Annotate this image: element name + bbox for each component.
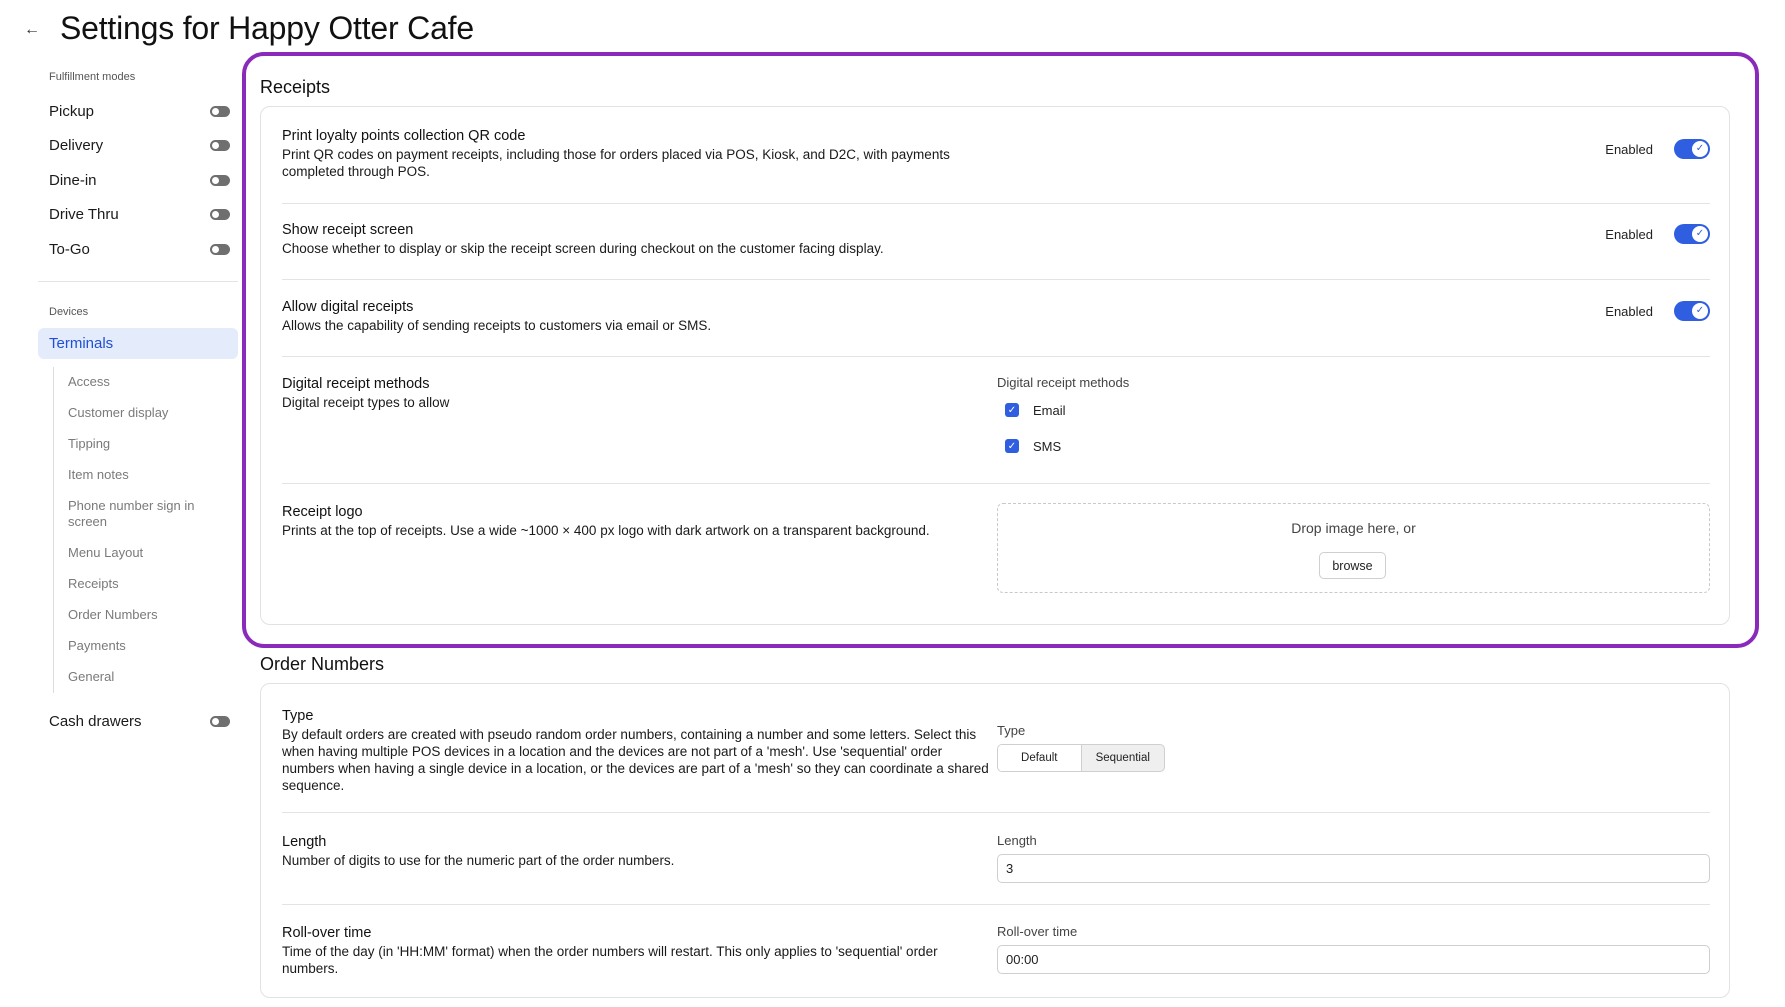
setting-description: Time of the day (in 'HH:MM' format) when…	[282, 944, 938, 976]
digital-receipts-toggle[interactable]: ✓	[1674, 301, 1710, 321]
sidebar-item-label: Drive Thru	[49, 206, 119, 224]
drive-thru-toggle[interactable]	[210, 209, 230, 221]
row-divider	[282, 279, 1710, 280]
logo-dropzone[interactable]: Drop image here, or browse	[997, 503, 1710, 593]
setting-row-order-type: Type By default orders are created with …	[282, 707, 1710, 794]
sidebar-item-label: To-Go	[49, 240, 90, 258]
setting-row-digital-receipts: Allow digital receipts Allows the capabi…	[282, 298, 1710, 334]
setting-description: Choose whether to display or skip the re…	[282, 241, 884, 256]
setting-description: Allows the capability of sending receipt…	[282, 318, 712, 333]
order-type-segmented-control: Default Sequential	[997, 744, 1165, 772]
setting-row-length: Length Number of digits to use for the n…	[282, 833, 1710, 883]
back-button[interactable]: ←	[22, 20, 42, 40]
sidebar-item-dine-in[interactable]: Dine-in	[38, 163, 238, 198]
browse-button[interactable]: browse	[1319, 552, 1386, 579]
rollover-time-input[interactable]	[997, 945, 1710, 974]
setting-title: Show receipt screen	[282, 222, 414, 238]
row-divider	[282, 812, 1710, 813]
receipts-section-title: Receipts	[260, 77, 331, 97]
checkbox-label: SMS	[1033, 438, 1062, 454]
subnav-item-menu-layout[interactable]: Menu Layout	[68, 538, 238, 569]
sidebar-item-drive-thru[interactable]: Drive Thru	[38, 198, 238, 233]
sidebar-item-label: Pickup	[49, 102, 95, 120]
receipts-card: Print loyalty points collection QR code …	[260, 106, 1730, 625]
check-icon: ✓	[1692, 303, 1708, 319]
row-divider	[282, 203, 1710, 204]
methods-field-label: Digital receipt methods	[997, 375, 1130, 390]
type-option-default[interactable]: Default	[998, 745, 1082, 771]
pickup-toggle[interactable]	[210, 105, 230, 117]
row-divider	[282, 904, 1710, 905]
checkbox-label: Email	[1033, 402, 1066, 418]
status-label: Enabled	[1605, 226, 1653, 242]
setting-title: Print loyalty points collection QR code	[282, 128, 526, 144]
setting-row-rollover-time: Roll-over time Time of the day (in 'HH:M…	[282, 924, 1710, 977]
page-title: Settings for Happy Otter Cafe	[60, 10, 474, 46]
dine-in-toggle[interactable]	[210, 174, 230, 186]
subnav-item-general[interactable]: General	[68, 662, 238, 693]
status-label: Enabled	[1605, 141, 1653, 157]
devices-label: Devices	[49, 305, 89, 318]
fulfillment-modes-label: Fulfillment modes	[49, 71, 136, 83]
subnav-item-tipping[interactable]: Tipping	[68, 429, 238, 460]
sidebar-item-to-go[interactable]: To-Go	[38, 232, 238, 267]
email-checkbox-row[interactable]: ✓ Email	[997, 392, 1129, 428]
sidebar-item-cash-drawers[interactable]: Cash drawers	[38, 705, 238, 740]
sidebar-item-label: Dine-in	[49, 171, 97, 189]
rollover-field-label: Roll-over time	[997, 924, 1078, 939]
sidebar-item-pickup[interactable]: Pickup	[38, 94, 238, 129]
status-label: Enabled	[1605, 303, 1653, 319]
subnav-item-item-notes[interactable]: Item notes	[68, 460, 238, 491]
setting-title: Allow digital receipts	[282, 299, 414, 315]
check-icon: ✓	[1692, 141, 1708, 157]
arrow-left-icon: ←	[24, 21, 40, 38]
email-checkbox[interactable]: ✓	[1005, 403, 1019, 417]
setting-description: Print QR codes on payment receipts, incl…	[282, 147, 950, 179]
cash-drawers-toggle[interactable]	[210, 716, 230, 728]
subnav-item-payments[interactable]: Payments	[68, 631, 238, 662]
terminal-subnav: Access Customer display Tipping Item not…	[53, 366, 238, 693]
setting-row-receipt-logo: Receipt logo Prints at the top of receip…	[282, 503, 1710, 603]
type-option-sequential[interactable]: Sequential	[1082, 745, 1165, 771]
setting-row-digital-receipt-methods: Digital receipt methods Digital receipt …	[282, 375, 1710, 485]
subnav-item-access[interactable]: Access	[68, 367, 238, 398]
order-numbers-card: Type By default orders are created with …	[260, 683, 1730, 998]
setting-row-show-receipt-screen: Show receipt screen Choose whether to di…	[282, 221, 1710, 257]
sidebar-divider	[38, 280, 238, 282]
sidebar-item-terminals[interactable]: Terminals	[38, 327, 238, 359]
sms-checkbox-row[interactable]: ✓ SMS	[997, 428, 1129, 464]
delivery-toggle[interactable]	[210, 140, 230, 152]
show-receipt-screen-toggle[interactable]: ✓	[1674, 224, 1710, 244]
setting-description: By default orders are created with pseud…	[282, 727, 989, 793]
subnav-item-receipts[interactable]: Receipts	[68, 569, 238, 600]
subnav-item-customer-display[interactable]: Customer display	[68, 398, 238, 429]
sms-checkbox[interactable]: ✓	[1005, 439, 1019, 453]
check-icon: ✓	[1692, 226, 1708, 242]
to-go-toggle[interactable]	[210, 243, 230, 255]
type-field-label: Type	[997, 723, 1026, 738]
setting-row-loyalty-qr: Print loyalty points collection QR code …	[282, 127, 1710, 180]
sidebar: Fulfillment modes Pickup Delivery Dine-i…	[38, 60, 238, 739]
subnav-item-phone-sign-in[interactable]: Phone number sign in screen	[68, 491, 218, 538]
setting-title: Type	[282, 708, 314, 724]
length-input[interactable]	[997, 854, 1710, 883]
setting-title: Digital receipt methods	[282, 376, 430, 392]
drop-text: Drop image here, or	[1291, 520, 1416, 536]
sidebar-item-label: Cash drawers	[49, 713, 142, 731]
sidebar-item-delivery[interactable]: Delivery	[38, 129, 238, 164]
row-divider	[282, 483, 1710, 484]
length-field-label: Length	[997, 833, 1037, 848]
order-numbers-section-title: Order Numbers	[260, 654, 385, 674]
loyalty-qr-toggle[interactable]: ✓	[1674, 139, 1710, 159]
sidebar-item-label: Delivery	[49, 137, 104, 155]
subnav-item-order-numbers[interactable]: Order Numbers	[68, 600, 238, 631]
setting-description: Digital receipt types to allow	[282, 395, 450, 410]
row-divider	[282, 356, 1710, 357]
